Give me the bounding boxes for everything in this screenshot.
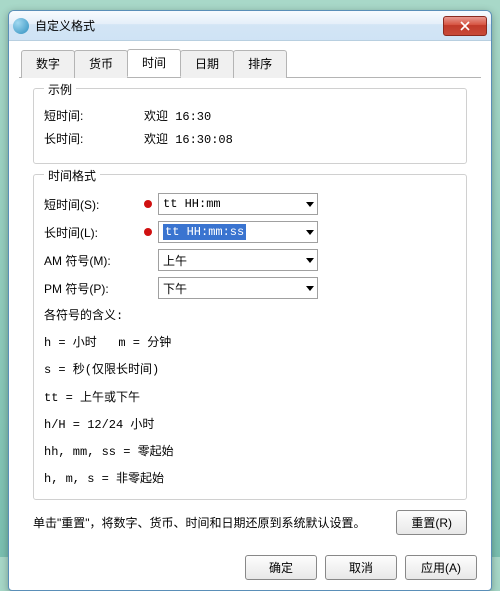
- dialog-window: 自定义格式 数字 货币 时间 日期 排序 示例 短时间: 欢迎 16:30 长时…: [8, 10, 492, 591]
- reset-row: 单击"重置"，将数字、货币、时间和日期还原到系统默认设置。 重置(R): [33, 510, 467, 535]
- example-short-label: 短时间:: [44, 107, 144, 124]
- apply-button[interactable]: 应用(A): [405, 555, 477, 580]
- example-short-value: 欢迎 16:30: [144, 107, 211, 124]
- close-button[interactable]: [443, 16, 487, 36]
- pm-combo[interactable]: 下午: [158, 277, 318, 299]
- example-long-label: 长时间:: [44, 130, 144, 147]
- am-row: AM 符号(M): 上午: [44, 249, 456, 271]
- window-title: 自定义格式: [35, 17, 443, 34]
- chevron-down-icon: [306, 286, 314, 291]
- legend-l3: tt = 上午或下午: [44, 389, 456, 408]
- long-format-value: tt HH:mm:ss: [163, 224, 246, 240]
- chevron-down-icon: [306, 202, 314, 207]
- tab-date[interactable]: 日期: [180, 50, 234, 78]
- modified-dot-icon: [144, 228, 152, 236]
- dialog-footer: 确定 取消 应用(A): [9, 547, 491, 590]
- short-format-label: 短时间(S):: [44, 196, 144, 213]
- long-format-label: 长时间(L):: [44, 224, 144, 241]
- modified-dot-icon: [144, 200, 152, 208]
- format-group-title: 时间格式: [44, 167, 100, 184]
- legend-title: 各符号的含义:: [44, 307, 456, 326]
- pm-value: 下午: [163, 280, 187, 297]
- tab-time[interactable]: 时间: [127, 49, 181, 77]
- legend-l2: s = 秒(仅限长时间): [44, 361, 456, 380]
- chevron-down-icon: [306, 230, 314, 235]
- short-format-row: 短时间(S): tt HH:mm: [44, 193, 456, 215]
- legend-l4: h/H = 12/24 小时: [44, 416, 456, 435]
- am-combo[interactable]: 上午: [158, 249, 318, 271]
- app-icon: [13, 18, 29, 34]
- format-group: 时间格式 短时间(S): tt HH:mm 长时间(L):: [33, 174, 467, 500]
- short-format-value: tt HH:mm: [163, 197, 221, 211]
- tab-strip: 数字 货币 时间 日期 排序: [19, 49, 481, 78]
- tab-currency[interactable]: 货币: [74, 50, 128, 78]
- long-format-combo[interactable]: tt HH:mm:ss: [158, 221, 318, 243]
- ok-button[interactable]: 确定: [245, 555, 317, 580]
- long-format-row: 长时间(L): tt HH:mm:ss: [44, 221, 456, 243]
- short-format-combo[interactable]: tt HH:mm: [158, 193, 318, 215]
- tab-sort[interactable]: 排序: [233, 50, 287, 78]
- cancel-button[interactable]: 取消: [325, 555, 397, 580]
- legend-block: 各符号的含义: h = 小时 m = 分钟 s = 秒(仅限长时间) tt = …: [44, 307, 456, 489]
- pm-label: PM 符号(P):: [44, 280, 144, 297]
- close-icon: [460, 21, 470, 31]
- example-group-title: 示例: [44, 81, 76, 98]
- example-short-row: 短时间: 欢迎 16:30: [44, 107, 456, 124]
- am-label: AM 符号(M):: [44, 252, 144, 269]
- legend-l6: h, m, s = 非零起始: [44, 470, 456, 489]
- pm-row: PM 符号(P): 下午: [44, 277, 456, 299]
- legend-l5: hh, mm, ss = 零起始: [44, 443, 456, 462]
- tab-number[interactable]: 数字: [21, 50, 75, 78]
- am-value: 上午: [163, 252, 187, 269]
- tab-area: 数字 货币 时间 日期 排序 示例 短时间: 欢迎 16:30 长时间: 欢迎 …: [9, 41, 491, 547]
- reset-button[interactable]: 重置(R): [396, 510, 467, 535]
- titlebar: 自定义格式: [9, 11, 491, 41]
- example-long-row: 长时间: 欢迎 16:30:08: [44, 130, 456, 147]
- tab-content: 示例 短时间: 欢迎 16:30 长时间: 欢迎 16:30:08 时间格式 短…: [19, 78, 481, 543]
- legend-l1: h = 小时 m = 分钟: [44, 334, 456, 353]
- example-group: 示例 短时间: 欢迎 16:30 长时间: 欢迎 16:30:08: [33, 88, 467, 164]
- chevron-down-icon: [306, 258, 314, 263]
- example-long-value: 欢迎 16:30:08: [144, 130, 233, 147]
- reset-text: 单击"重置"，将数字、货币、时间和日期还原到系统默认设置。: [33, 514, 386, 532]
